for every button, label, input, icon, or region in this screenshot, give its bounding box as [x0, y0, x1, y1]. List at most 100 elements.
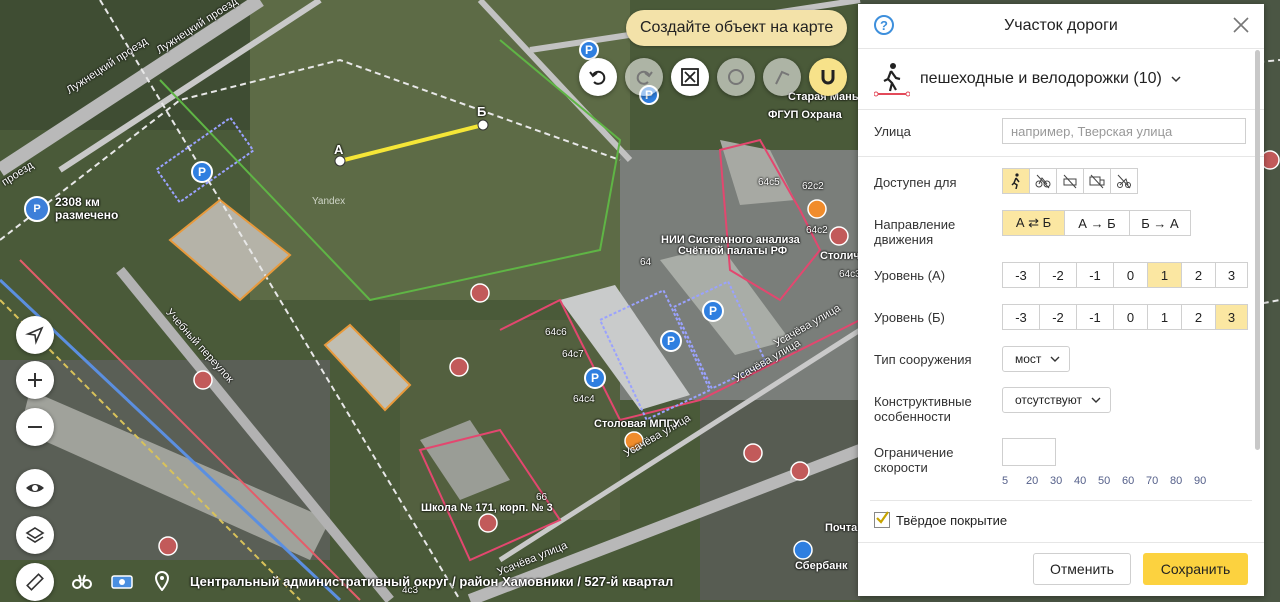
point-b-label: Б: [477, 104, 487, 119]
level-a-selector: -3 -2 -1 0 1 2 3: [1002, 262, 1248, 288]
speed-preset[interactable]: 20: [1026, 475, 1050, 487]
speed-preset[interactable]: 90: [1194, 475, 1218, 487]
speed-preset[interactable]: 80: [1170, 475, 1194, 487]
poi-label: Сбербанк: [795, 560, 848, 572]
svg-text:P: P: [585, 43, 593, 57]
level-b-option[interactable]: 2: [1181, 304, 1216, 330]
access-label: Доступен для: [874, 175, 957, 190]
speed-presets: 5 20 30 40 50 60 70 80 90: [1002, 475, 1218, 487]
poi-label: Школа № 171, корп. № 3: [421, 502, 553, 514]
panorama-button[interactable]: [102, 566, 142, 596]
zoom-in-button[interactable]: [16, 361, 54, 399]
hard-surface-checkbox[interactable]: Твёрдое покрытие: [874, 511, 1008, 528]
building-number: 64с2: [806, 225, 828, 236]
redo-icon: [636, 70, 653, 85]
visibility-button[interactable]: [16, 469, 54, 507]
locate-button[interactable]: [16, 316, 54, 354]
road-segment-panel: ? Участок дороги пешеходные и велодорожк…: [858, 4, 1264, 596]
speed-preset[interactable]: 60: [1122, 475, 1146, 487]
parking-flag-icon: P: [24, 196, 50, 222]
level-a-option[interactable]: 3: [1215, 262, 1248, 288]
street-input[interactable]: например, Тверская улица: [1002, 118, 1246, 144]
angle-icon: [775, 70, 790, 85]
car-off-icon: [1063, 174, 1077, 189]
save-button[interactable]: Сохранить: [1143, 553, 1248, 585]
level-b-option[interactable]: 0: [1113, 304, 1148, 330]
level-b-option[interactable]: -3: [1002, 304, 1040, 330]
map-watermark: Yandex: [312, 196, 346, 207]
car-access-toggle[interactable]: [1056, 168, 1084, 194]
level-b-option[interactable]: -2: [1039, 304, 1077, 330]
level-a-option[interactable]: 1: [1147, 262, 1182, 288]
constructive-select[interactable]: отсутствуют: [1002, 387, 1111, 413]
panel-scrollbar[interactable]: [1255, 50, 1260, 450]
binoculars-button[interactable]: [62, 566, 102, 596]
poi-label: Столич: [820, 250, 860, 262]
poi-label: Почта: [825, 522, 858, 534]
checkbox-box[interactable]: [874, 511, 890, 528]
speed-preset[interactable]: 70: [1146, 475, 1170, 487]
hard-surface-label: Твёрдое покрытие: [896, 512, 1008, 528]
frame-cross-icon: [681, 68, 699, 86]
direction-both-option[interactable]: А ⇄ Б: [1002, 210, 1065, 236]
magnet-icon: [821, 70, 835, 85]
constructive-label: Конструктивные особенности: [874, 394, 972, 424]
pedestrian-icon: [1011, 173, 1020, 189]
bottom-status-bar: Центральный административный округ / рай…: [62, 566, 673, 596]
distance-caption: размечено: [55, 208, 119, 222]
speed-limit-input[interactable]: [1002, 438, 1056, 466]
address-pin-button[interactable]: [142, 566, 182, 596]
level-a-option[interactable]: -2: [1039, 262, 1077, 288]
navigation-arrow-icon: [25, 326, 44, 345]
road-type-selector[interactable]: пешеходные и велодорожки (10): [858, 49, 1264, 110]
close-icon[interactable]: [1232, 16, 1250, 34]
cancel-button[interactable]: Отменить: [1033, 553, 1131, 585]
zoom-out-button[interactable]: [16, 408, 54, 446]
address-breadcrumb: Центральный административный округ / рай…: [190, 573, 674, 589]
svg-text:P: P: [709, 304, 717, 318]
speed-preset[interactable]: 30: [1050, 475, 1074, 487]
building-number: 64: [640, 257, 652, 268]
svg-text:P: P: [667, 334, 675, 348]
structure-type-value: мост: [1015, 352, 1042, 366]
chevron-down-icon: [1050, 356, 1060, 362]
chevron-down-icon: [1171, 76, 1181, 83]
direction-b-a-option[interactable]: Б → А: [1129, 210, 1191, 236]
speed-limit-label: Ограничение скорости: [874, 445, 954, 475]
speed-preset[interactable]: 40: [1074, 475, 1098, 487]
circle-tool-button[interactable]: [717, 58, 755, 96]
bicycle-access-toggle[interactable]: [1029, 168, 1057, 194]
level-a-option[interactable]: -3: [1002, 262, 1040, 288]
redo-button[interactable]: [625, 58, 663, 96]
pedestrian-access-toggle[interactable]: [1002, 168, 1030, 194]
level-b-label: Уровень (Б): [874, 310, 945, 325]
access-toggles: [1002, 168, 1138, 194]
building-number: 64с6: [545, 327, 567, 338]
ruler-button[interactable]: [16, 563, 54, 601]
level-a-option[interactable]: -1: [1076, 262, 1114, 288]
snap-magnet-button[interactable]: [809, 58, 847, 96]
level-a-label: Уровень (А): [874, 268, 946, 283]
undo-button[interactable]: [579, 58, 617, 96]
truck-access-toggle[interactable]: [1083, 168, 1111, 194]
undo-icon: [589, 70, 606, 85]
level-a-option[interactable]: 0: [1113, 262, 1148, 288]
create-object-button[interactable]: Создайте объект на карте: [626, 10, 848, 46]
level-b-option[interactable]: 3: [1215, 304, 1248, 330]
level-b-option[interactable]: 1: [1147, 304, 1182, 330]
level-b-option[interactable]: -1: [1076, 304, 1114, 330]
location-pin-icon: [154, 571, 170, 591]
structure-type-select[interactable]: мост: [1002, 346, 1071, 372]
divider: [870, 500, 1252, 501]
angle-tool-button[interactable]: [763, 58, 801, 96]
help-icon[interactable]: ?: [874, 15, 894, 35]
direction-a-b-option[interactable]: А → Б: [1064, 210, 1130, 236]
speed-preset[interactable]: 5: [1002, 475, 1026, 487]
panel-title: Участок дороги: [1004, 17, 1118, 34]
speed-preset[interactable]: 50: [1098, 475, 1122, 487]
fit-bounds-button[interactable]: [671, 58, 709, 96]
layers-button[interactable]: [16, 516, 54, 554]
scooter-access-toggle[interactable]: [1110, 168, 1138, 194]
ruler-icon: [26, 573, 44, 591]
level-a-option[interactable]: 2: [1181, 262, 1216, 288]
